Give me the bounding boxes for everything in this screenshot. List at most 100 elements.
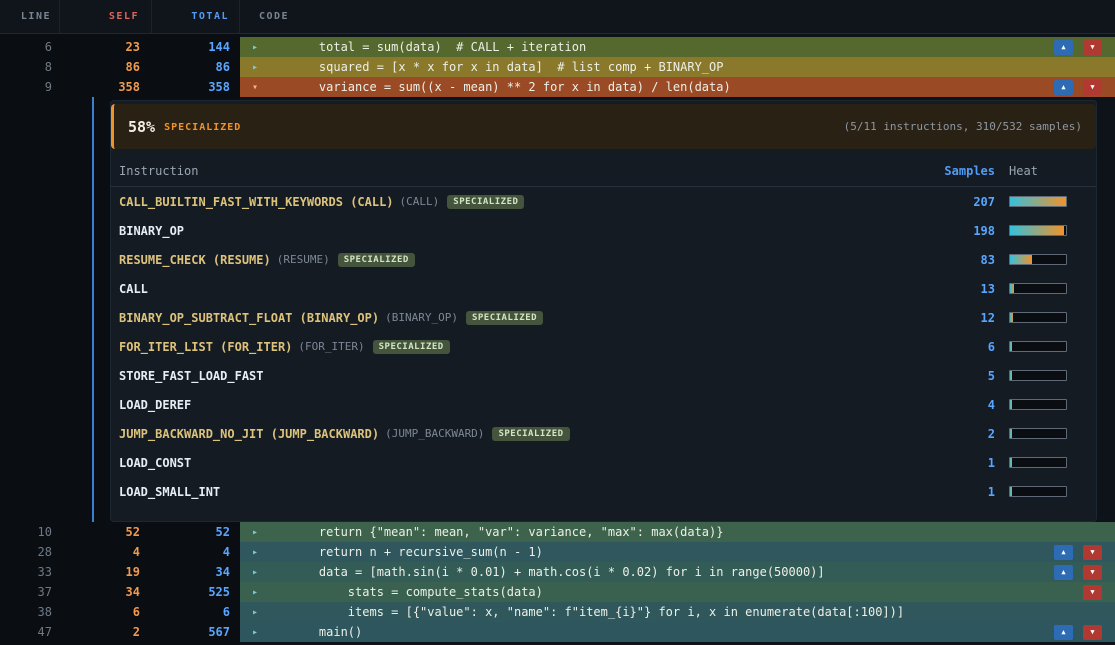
code-row-line-10: 105252▸ return {"mean": mean, "var": var… [0,522,1115,542]
heat-bar [1009,312,1067,323]
instruction-base-name: (CALL) [400,195,440,208]
self-sample-count: 86 [60,57,152,77]
heat-bar-fill [1010,342,1012,351]
instruction-name-group: JUMP_BACKWARD_NO_JIT (JUMP_BACKWARD)(JUM… [119,427,875,441]
navigate-up-button[interactable]: ▲ [1054,40,1073,55]
code-row-line-33: 331934▸ data = [math.sin(i * 0.01) + mat… [0,562,1115,582]
expand-row-icon[interactable]: ▸ [252,547,266,558]
specialized-badge: SPECIALIZED [373,340,450,354]
instruction-sample-count: 1 [875,485,995,499]
navigate-down-button[interactable]: ▼ [1083,80,1102,95]
code-row-line-6: 623144▸ total = sum(data) # CALL + itera… [0,37,1115,57]
instruction-row: RESUME_CHECK (RESUME)(RESUME)SPECIALIZED… [111,245,1096,274]
instruction-base-name: (BINARY_OP) [385,311,458,324]
row-buttons: ▼ [1083,585,1115,600]
heat-bar-fill [1010,458,1012,467]
code-cell: ▸ squared = [x * x for x in data] # list… [240,57,1115,77]
line-number: 37 [0,582,60,602]
code-row-line-8: 88686▸ squared = [x * x for x in data] #… [0,57,1115,77]
instruction-name-group: BINARY_OP [119,224,875,238]
instruction-sample-count: 5 [875,369,995,383]
line-number: 28 [0,542,60,562]
total-sample-count: 525 [152,582,240,602]
source-code: squared = [x * x for x in data] # list c… [290,60,723,74]
heat-bar [1009,225,1067,236]
heat-bar-fill [1010,197,1066,206]
specialized-badge: SPECIALIZED [447,195,524,209]
instruction-row: CALL_BUILTIN_FAST_WITH_KEYWORDS (CALL)(C… [111,187,1096,216]
bytecode-profiler: LINE SELF TOTAL CODE 623144▸ total = sum… [0,0,1115,645]
instruction-name: STORE_FAST_LOAD_FAST [119,369,264,383]
line-number: 6 [0,37,60,57]
expand-row-icon[interactable]: ▸ [252,607,266,618]
instruction-sample-count: 4 [875,398,995,412]
code-cell: ▸ main()▲▼ [240,622,1115,642]
navigate-down-button[interactable]: ▼ [1083,625,1102,640]
expand-row-icon[interactable]: ▸ [252,62,266,73]
navigate-down-button[interactable]: ▼ [1083,565,1102,580]
instruction-name-group: LOAD_DEREF [119,398,875,412]
code-row-line-9: 9358358▾ variance = sum((x - mean) ** 2 … [0,77,1115,97]
source-code: main() [290,625,362,639]
heat-bar-fill [1010,487,1012,496]
instruction-name-group: FOR_ITER_LIST (FOR_ITER)(FOR_ITER)SPECIA… [119,340,875,354]
total-sample-count: 4 [152,542,240,562]
total-sample-count: 6 [152,602,240,622]
instruction-name: LOAD_CONST [119,456,191,470]
instruction-name-group: STORE_FAST_LOAD_FAST [119,369,875,383]
instruction-base-name: (JUMP_BACKWARD) [385,427,484,440]
expand-row-icon[interactable]: ▸ [252,567,266,578]
code-cell: ▸ return {"mean": mean, "var": variance,… [240,522,1115,542]
instruction-rows: CALL_BUILTIN_FAST_WITH_KEYWORDS (CALL)(C… [111,187,1096,506]
navigate-up-button[interactable]: ▲ [1054,545,1073,560]
specialization-panel: 58% SPECIALIZED (5/11 instructions, 310/… [110,100,1097,522]
instruction-row: JUMP_BACKWARD_NO_JIT (JUMP_BACKWARD)(JUM… [111,419,1096,448]
collapse-row-icon[interactable]: ▾ [252,82,266,93]
instruction-name-group: BINARY_OP_SUBTRACT_FLOAT (BINARY_OP)(BIN… [119,311,875,325]
heat-bar-fill [1010,313,1013,322]
instruction-name: LOAD_SMALL_INT [119,485,220,499]
source-code: data = [math.sin(i * 0.01) + math.cos(i … [290,565,825,579]
row-buttons: ▲▼ [1054,545,1115,560]
specialization-summary: 58% SPECIALIZED (5/11 instructions, 310/… [111,104,1096,149]
total-sample-count: 358 [152,77,240,97]
row-buttons: ▲▼ [1054,40,1115,55]
source-code: stats = compute_stats(data) [290,585,543,599]
instruction-row: LOAD_DEREF4 [111,390,1096,419]
self-sample-count: 34 [60,582,152,602]
instruction-sample-count: 6 [875,340,995,354]
expand-row-icon[interactable]: ▸ [252,42,266,53]
navigate-up-button[interactable]: ▲ [1054,80,1073,95]
navigate-down-button[interactable]: ▼ [1083,585,1102,600]
total-sample-count: 52 [152,522,240,542]
self-sample-count: 19 [60,562,152,582]
expand-row-icon[interactable]: ▸ [252,627,266,638]
navigate-up-button[interactable]: ▲ [1054,625,1073,640]
specialized-badge: SPECIALIZED [338,253,415,267]
navigate-up-button[interactable]: ▲ [1054,565,1073,580]
column-header-heat: Heat [1009,164,1067,178]
code-cell: ▾ variance = sum((x - mean) ** 2 for x i… [240,77,1115,97]
instruction-sample-count: 2 [875,427,995,441]
heat-bar [1009,283,1067,294]
instruction-row: STORE_FAST_LOAD_FAST 5 [111,361,1096,390]
column-header-samples: Samples [875,164,995,178]
instruction-row: BINARY_OP_SUBTRACT_FLOAT (BINARY_OP)(BIN… [111,303,1096,332]
source-code: return n + recursive_sum(n - 1) [290,545,543,559]
line-number: 38 [0,602,60,622]
code-cell: ▸ total = sum(data) # CALL + iteration▲▼ [240,37,1115,57]
expand-row-icon[interactable]: ▸ [252,527,266,538]
total-sample-count: 567 [152,622,240,642]
instruction-row: LOAD_SMALL_INT 1 [111,477,1096,506]
heat-bar [1009,254,1067,265]
navigate-down-button[interactable]: ▼ [1083,40,1102,55]
navigate-down-button[interactable]: ▼ [1083,545,1102,560]
instruction-name-group: LOAD_SMALL_INT [119,485,875,499]
heat-bar [1009,341,1067,352]
column-header-line: LINE [0,0,60,33]
expand-row-icon[interactable]: ▸ [252,587,266,598]
row-buttons: ▲▼ [1054,625,1115,640]
self-sample-count: 52 [60,522,152,542]
instruction-name-group: LOAD_CONST [119,456,875,470]
column-header-instruction: Instruction [119,164,875,178]
